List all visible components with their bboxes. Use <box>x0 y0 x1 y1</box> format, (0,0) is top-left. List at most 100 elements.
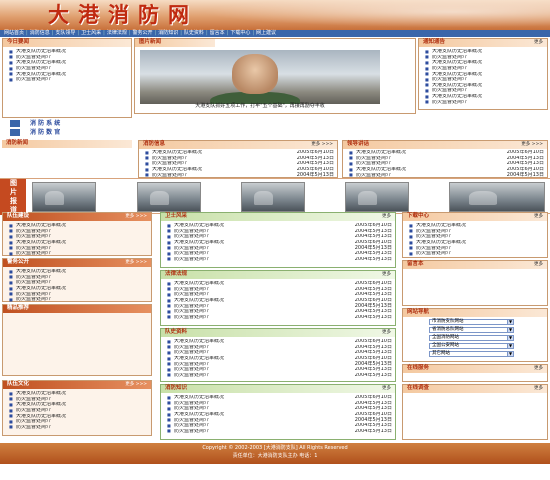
leader-talk-more-link[interactable]: 更多 >>> <box>521 142 543 148</box>
list-item[interactable]: ■ 防火监督处简介 <box>425 99 544 105</box>
notice-title: 通知通告 <box>423 39 446 46</box>
police-public-panel: 警务公开 更多 >>> ■ 大港支队历史沿革概况 ■ 防火监督处简介 ■ 防火监督处简介… <box>2 258 152 302</box>
list-item[interactable]: ■ 防火监督处简介 <box>9 297 148 303</box>
list-item[interactable]: ■ 防火监督处简介 <box>425 77 544 83</box>
nav-item-laws[interactable]: 法律法规 <box>107 31 127 36</box>
list-item[interactable]: ■ 大港支队历史沿革概况 <box>9 269 148 275</box>
list-item[interactable]: ■ 防火监督处简介 <box>9 425 148 431</box>
book-icon <box>10 129 20 136</box>
list-item[interactable]: ■ 防火监督处简介 <box>425 66 544 72</box>
knowledge-more-link[interactable]: 更多 <box>382 386 391 392</box>
team-building-title: 队伍建设 <box>7 213 30 220</box>
history-more-link[interactable]: 更多 <box>382 330 391 336</box>
photo-thumb[interactable] <box>241 182 305 212</box>
download-more-link[interactable]: 更多 <box>534 214 543 220</box>
table-row[interactable]: ■ 防火监督处简介 2004年5月13日 <box>167 373 392 379</box>
leader-talk-panel: 领导讲话 更多 >>> ■ 大港支队历史沿革概况 2005年6月10日 ■ 防火监督处简… <box>342 140 548 178</box>
feature-photo[interactable] <box>140 50 380 110</box>
survey-more-link[interactable]: 更多 <box>534 386 543 392</box>
system-link-2[interactable]: 消 防 数 官 <box>30 130 60 136</box>
nav-item-download[interactable]: 下载中心 <box>230 31 250 36</box>
recommend-panel: 精品推荐 <box>2 304 152 376</box>
list-item[interactable]: ■ 防火监督处简介 <box>409 245 544 251</box>
table-row[interactable]: ■ 防火监督处简介 2004年5月13日 <box>167 315 392 321</box>
recommend-title: 精品推荐 <box>7 305 30 312</box>
photo-thumb[interactable] <box>345 182 409 212</box>
online-service-panel: 在线服务 更多 <box>402 364 548 382</box>
list-item[interactable]: ■ 防火监督处简介 <box>9 397 148 403</box>
nav-item-knowledge[interactable]: 消防知识 <box>158 31 178 36</box>
list-item[interactable]: ■ 防火监督处简介 <box>409 229 544 235</box>
list-item[interactable]: ■ 防火监督处简介 <box>9 245 148 251</box>
list-item[interactable]: ■ 大港支队历史沿革概况 <box>9 223 148 229</box>
nav-item-leaders[interactable]: 支队领导 <box>55 31 75 36</box>
laws-title: 法律法规 <box>165 271 188 278</box>
owner-text: 责任单位：大港消防支队主办 电话：1 <box>232 453 318 459</box>
laws-more-link[interactable]: 更多 <box>382 272 391 278</box>
list-item[interactable]: ■ 大港支队历史沿革概况 <box>9 391 148 397</box>
system-link-1[interactable]: 消 防 系 统 <box>30 121 60 127</box>
list-item[interactable]: ■ 大港支队历史沿革概况 <box>425 71 544 77</box>
photo-thumb[interactable] <box>32 182 96 212</box>
nav-item-police-public[interactable]: 警务公开 <box>133 31 153 36</box>
chevron-down-icon: ▼ <box>507 343 513 348</box>
list-item[interactable]: ■ 大港支队历史沿革概况 <box>9 60 128 66</box>
feature-caption[interactable]: 大港支队抓好五项工作，打牢"五个基础"，再接再励夺丰收 <box>140 104 380 111</box>
nav-item-fire-info[interactable]: 消防信息 <box>30 31 50 36</box>
nav-item-home[interactable]: 网站首页 <box>4 31 24 36</box>
list-item[interactable]: ■ 大港支队历史沿革概况 <box>9 240 148 246</box>
list-item[interactable]: ■ 大港支队历史沿革概况 <box>9 402 148 408</box>
table-row[interactable]: ■ 防火监督处简介 2004年5月13日 <box>167 257 392 263</box>
list-item[interactable]: ■ 大港支队历史沿革概况 <box>409 223 544 229</box>
list-item[interactable]: ■ 大港支队历史沿革概况 <box>9 49 128 55</box>
team-building-more-link[interactable]: 更多 >>> <box>125 214 147 220</box>
online-service-more-link[interactable]: 更多 <box>534 366 543 372</box>
list-item[interactable]: ■ 防火监督处简介 <box>9 66 128 72</box>
list-item[interactable]: ■ 防火监督处简介 <box>9 229 148 235</box>
list-item[interactable]: ■ 防火监督处简介 <box>9 275 148 281</box>
list-item[interactable]: ■ 防火监督处简介 <box>425 55 544 61</box>
list-item[interactable]: ■ 防火监督处简介 <box>9 55 128 61</box>
list-item[interactable]: ■ 防火监督处简介 <box>9 251 148 257</box>
list-item[interactable]: ■ 防火监督处简介 <box>409 251 544 257</box>
list-item[interactable]: ■ 大港支队历史沿革概况 <box>409 240 544 246</box>
notice-more-link[interactable]: 更多 <box>534 40 543 46</box>
list-item[interactable]: ■ 大港支队历史沿革概况 <box>425 49 544 55</box>
list-item[interactable]: ■ 防火监督处简介 <box>425 88 544 94</box>
fire-info-more-link[interactable]: 更多 >>> <box>311 142 333 148</box>
list-item[interactable]: ■ 大港支队历史沿革概况 <box>425 94 544 100</box>
list-item[interactable]: ■ 防火监督处简介 <box>9 77 128 83</box>
photo-thumb[interactable] <box>449 182 545 212</box>
police-public-more-link[interactable]: 更多 >>> <box>125 260 147 266</box>
list-item[interactable]: ■ 防火监督处简介 <box>409 234 544 240</box>
list-item[interactable]: ■ 大港支队历史沿革概况 <box>9 71 128 77</box>
list-item[interactable]: ■ 防火监督处简介 <box>9 408 148 414</box>
nav-item-suggestion[interactable]: 网上建议 <box>256 31 276 36</box>
nav-item-guards[interactable]: 卫士风采 <box>81 31 101 36</box>
nav-item-history[interactable]: 队史资料 <box>184 31 204 36</box>
site-links-title: 网站导航 <box>407 309 430 316</box>
photo-thumb[interactable] <box>137 182 201 212</box>
list-item[interactable]: ■ 防火监督处简介 <box>9 291 148 297</box>
list-item[interactable]: ■ 大港支队历史沿革概况 <box>425 83 544 89</box>
list-item[interactable]: ■ 防火监督处简介 <box>9 419 148 425</box>
knowledge-title: 消防知识 <box>165 385 188 392</box>
table-row[interactable]: ■ 防火监督处简介 2004年5月13日 <box>167 429 392 435</box>
links-select-2[interactable]: 省消防总队网站 ▼ <box>429 327 514 333</box>
team-building-panel: 队伍建设 更多 >>> ■ 大港支队历史沿革概况 ■ 防火监督处简介 ■ 防火监督处简介… <box>2 212 152 256</box>
links-select-5[interactable]: 其它网站 ▼ <box>429 351 514 357</box>
list-item[interactable]: ■ 防火监督处简介 <box>9 280 148 286</box>
history-panel: 队史资料 更多 ■ 大港支队历史沿革概况 2005年6月10日 ■ 防火监督处简介 200… <box>160 328 396 382</box>
list-item[interactable]: ■ 防火监督处简介 <box>9 234 148 240</box>
list-item[interactable]: ■ 大港支队历史沿革概况 <box>9 413 148 419</box>
links-select-1[interactable]: 市消防支队网站 ▼ <box>429 319 514 325</box>
guestbook-more-link[interactable]: 更多 <box>534 262 543 268</box>
nav-item-guestbook[interactable]: 留言本 <box>210 31 225 36</box>
guards-more-link[interactable]: 更多 <box>382 214 391 220</box>
team-culture-more-link[interactable]: 更多 >>> <box>125 382 147 388</box>
list-item[interactable]: ■ 大港支队历史沿革概况 <box>9 286 148 292</box>
links-select-4[interactable]: 全国公安网站 ▼ <box>429 343 514 349</box>
links-select-3[interactable]: 全国消防网站 ▼ <box>429 335 514 341</box>
list-item[interactable]: ■ 大港支队历史沿革概况 <box>425 60 544 66</box>
fire-news-title: 消防新闻 <box>2 140 132 148</box>
